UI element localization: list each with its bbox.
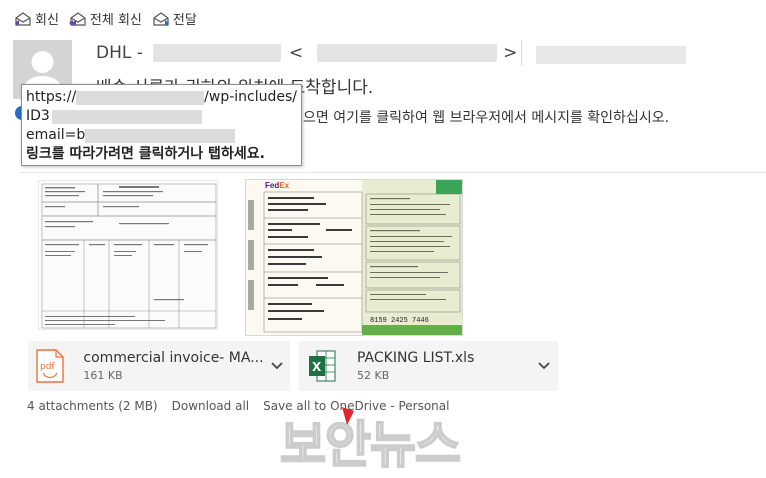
reply-all-label: 전체 회신 — [89, 13, 142, 28]
watermark: 보안뉴스 — [279, 405, 486, 475]
redacted-id — [51, 109, 202, 124]
fedex-logo: FedEx — [265, 181, 290, 190]
redacted-email — [317, 44, 498, 62]
chevron-down-icon — [271, 362, 283, 370]
attachment-size: 52 KB — [357, 369, 390, 382]
attachment-name: PACKING LIST.xls — [357, 350, 475, 366]
reply-icon — [15, 11, 31, 26]
tooltip-email: email=b — [26, 127, 86, 143]
reply-label: 회신 — [35, 13, 59, 28]
forward-label: 전달 — [172, 13, 197, 28]
email-close-bracket: > — [503, 43, 518, 63]
attachment-count: 4 attachments (2 MB) — [27, 399, 158, 413]
attachment-card[interactable]: X PACKING LIST.xls 52 KB — [299, 341, 558, 391]
redacted-domain — [76, 90, 205, 105]
invoice-preview-image — [39, 181, 217, 329]
sender-line: DHL - < > — [96, 43, 517, 63]
reply-all-icon — [68, 11, 86, 26]
forward-icon — [153, 11, 169, 26]
tooltip-id-line: ID3 — [26, 107, 297, 126]
fedex-tracking-number: 8159 2425 7446 — [370, 317, 429, 325]
link-tooltip: https:// /wp-includes/ ID3 email=b 링크를 따… — [21, 84, 302, 166]
tooltip-url-end: /wp-includes/ — [204, 89, 297, 105]
attachment-name: commercial invoice- MA... — [83, 350, 264, 366]
attachment-menu-button[interactable] — [264, 361, 290, 371]
tooltip-instruction: 링크를 따라가려면 클릭하거나 탭하세요. — [26, 146, 265, 162]
svg-text:pdf: pdf — [40, 362, 55, 372]
watermark-logo: 보안뉴스 — [279, 415, 462, 475]
pdf-icon: pdf — [28, 349, 71, 383]
airbill-thumbnail[interactable]: FedEx 8159 2425 7446 — [245, 179, 463, 336]
tooltip-url-start: https:// — [26, 89, 77, 105]
attachment-menu-button[interactable] — [530, 361, 558, 371]
sender-name[interactable]: DHL - — [96, 43, 143, 63]
excel-icon: X — [299, 349, 345, 383]
redacted-email-param — [85, 128, 236, 143]
tooltip-id: ID3 — [26, 108, 50, 124]
chevron-down-icon — [538, 362, 550, 370]
attachment-info: commercial invoice- MA... 161 KB — [71, 350, 263, 382]
watermark-mark — [342, 407, 354, 425]
reply-all-button[interactable]: 전체 회신 — [68, 9, 142, 28]
header-separator — [521, 40, 522, 66]
message-toolbar: 회신 전체 회신 전달 — [14, 9, 197, 28]
invoice-thumbnail[interactable] — [38, 180, 218, 330]
download-all-link[interactable]: Download all — [172, 399, 249, 413]
view-in-browser-link[interactable]: 으면 여기를 클릭하여 웹 브라우저에서 메시지를 확인하십시오. — [303, 107, 669, 127]
tooltip-url-line: https:// /wp-includes/ — [26, 88, 297, 107]
airbill-preview-image: FedEx 8159 2425 7446 — [246, 180, 462, 335]
tooltip-email-line: email=b — [26, 126, 297, 145]
redacted-sender — [152, 44, 281, 62]
header-divider — [20, 172, 766, 173]
email-open-bracket: < — [288, 43, 304, 63]
svg-text:X: X — [312, 360, 322, 374]
forward-button[interactable]: 전달 — [152, 9, 197, 28]
attachment-size: 161 KB — [83, 369, 123, 382]
attachment-card[interactable]: pdf commercial invoice- MA... 161 KB — [28, 341, 290, 391]
redacted-recipient — [536, 46, 686, 64]
reply-button[interactable]: 회신 — [14, 9, 59, 28]
attachment-info: PACKING LIST.xls 52 KB — [345, 350, 530, 382]
